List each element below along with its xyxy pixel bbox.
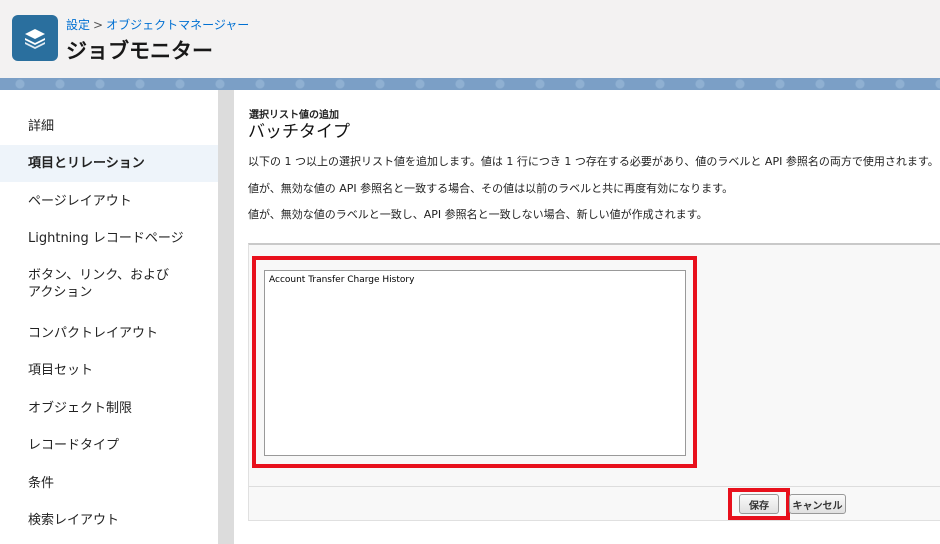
sidebar-item-label: レコードタイプ <box>28 437 120 453</box>
sidebar-item-label: ページレイアウト <box>28 193 132 209</box>
sidebar-item-object-limits[interactable]: オブジェクト制限 <box>0 390 218 426</box>
sidebar-item-label: 条件 <box>28 475 55 491</box>
sidebar-scrollbar[interactable] <box>218 90 234 544</box>
description-line: 以下の 1 つ以上の選択リスト値を追加します。値は 1 行につき 1 つ存在する… <box>248 155 939 168</box>
sidebar-item-label: Lightning レコードページ <box>28 230 184 246</box>
sidebar-item-label: 詳細 <box>28 118 55 134</box>
sidebar-item-conditions[interactable]: 条件 <box>0 465 218 501</box>
sidebar-item-fields-relationships[interactable]: 項目とリレーション <box>0 145 218 182</box>
sidebar-item-label: 検索レイアウト <box>28 512 120 528</box>
save-button[interactable]: 保存 <box>739 494 779 514</box>
sidebar-item-buttons-links-actions[interactable]: ボタン、リンク、およびアクション <box>0 261 218 307</box>
description-line: 値が、無効な値のラベルと一致し、API 参照名と一致しない場合、新しい値が作成さ… <box>248 208 708 221</box>
sidebar-item-search-layouts[interactable]: 検索レイアウト <box>0 502 218 538</box>
breadcrumb: 設定 > オブジェクトマネージャー <box>66 16 249 33</box>
breadcrumb-separator: > <box>93 18 104 32</box>
breadcrumb-object-manager-link[interactable]: オブジェクトマネージャー <box>106 18 249 32</box>
sidebar-item-label: コンパクトレイアウト <box>28 325 159 341</box>
panel-footer-divider <box>249 486 940 487</box>
sidebar-item-compact-layouts[interactable]: コンパクトレイアウト <box>0 315 218 351</box>
page-title: ジョブモニター <box>66 39 213 63</box>
sidebar-item-field-sets[interactable]: 項目セット <box>0 352 218 388</box>
header-banner <box>0 78 940 90</box>
main-content: 選択リスト値の追加 バッチタイプ 以下の 1 つ以上の選択リスト値を追加します。… <box>234 90 940 544</box>
cancel-button[interactable]: キャンセル <box>789 494 846 514</box>
sidebar-item-label: オブジェクト制限 <box>28 400 133 416</box>
sidebar-item-details[interactable]: 詳細 <box>0 108 218 144</box>
sidebar-item-page-layouts[interactable]: ページレイアウト <box>0 183 218 219</box>
sidebar-item-label: 項目セット <box>28 362 94 378</box>
layers-icon <box>12 15 58 61</box>
description-line: 値が、無効な値の API 参照名と一致する場合、その値は以前のラベルと共に再度有… <box>248 182 734 195</box>
textarea-highlight: Account Transfer Charge History <box>252 256 697 468</box>
sidebar-item-label: ボタン、リンク、およびアクション <box>28 268 170 300</box>
sidebar-item-record-types[interactable]: レコードタイプ <box>0 427 218 463</box>
picklist-values-panel: Account Transfer Charge History 保存 キャンセル <box>248 243 940 521</box>
sidebar-item-label: 項目とリレーション <box>28 156 145 171</box>
picklist-values-textarea[interactable]: Account Transfer Charge History <box>264 270 686 456</box>
section-title: バッチタイプ <box>248 122 350 142</box>
page-header: 設定 > オブジェクトマネージャー ジョブモニター <box>0 0 940 78</box>
sidebar: 詳細 項目とリレーション ページレイアウト Lightning レコードページ … <box>0 90 218 544</box>
sidebar-item-lightning-record-pages[interactable]: Lightning レコードページ <box>0 220 218 256</box>
breadcrumb-setup-link[interactable]: 設定 <box>66 18 90 32</box>
